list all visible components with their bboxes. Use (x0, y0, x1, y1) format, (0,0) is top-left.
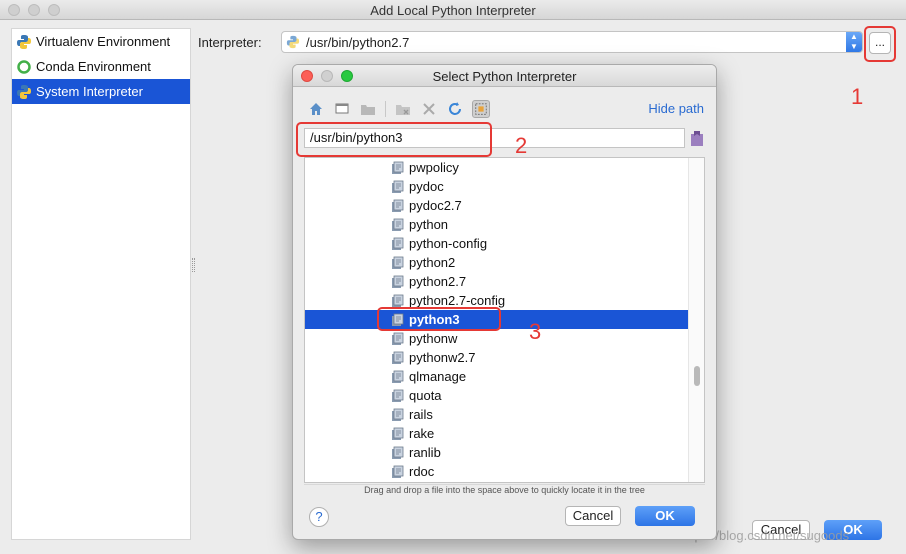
select-interpreter-dialog: Select Python Interpreter Hide path /usr… (292, 64, 717, 540)
tree-item[interactable]: python (305, 215, 690, 234)
file-tree[interactable]: rdoc ranlib rake rails quota qlmanage pythonw2… (304, 157, 705, 483)
toolbar-separator (385, 101, 386, 117)
tree-item[interactable]: python2.7 (305, 272, 690, 291)
tree-item-label: python2.7 (409, 274, 467, 289)
annotation-number-1: 1 (851, 84, 864, 109)
desktop-icon[interactable] (333, 100, 351, 118)
executable-file-icon (392, 408, 404, 421)
close-icon[interactable] (420, 100, 438, 118)
annotation-box-2 (296, 122, 492, 157)
folder-delete-icon[interactable] (394, 100, 412, 118)
executable-file-icon (392, 218, 404, 231)
executable-file-icon (392, 427, 404, 440)
sidebar-item-label: Conda Environment (36, 59, 151, 74)
tree-item-label: pydoc2.7 (409, 198, 462, 213)
tree-item-label: python2 (409, 255, 456, 270)
python-icon (17, 84, 31, 99)
python-icon (17, 34, 31, 49)
tree-item[interactable]: pythonw (305, 329, 690, 348)
annotation-box-3 (377, 307, 501, 331)
executable-file-icon (392, 332, 404, 345)
tree-item[interactable]: python-config (305, 234, 690, 253)
executable-file-icon (392, 465, 404, 478)
annotation-number-3: 3 (529, 319, 542, 344)
tree-item-label: pythonw (409, 331, 458, 346)
dialog-titlebar: Select Python Interpreter (293, 65, 716, 87)
show-hidden-icon[interactable] (472, 100, 490, 118)
executable-file-icon (392, 256, 404, 269)
tree-item-label: rdoc (409, 464, 435, 479)
tree-item-label: python (409, 217, 449, 232)
tree-item-label: rake (409, 426, 435, 441)
annotation-box-1 (864, 26, 896, 62)
tree-item-label: pwpolicy (409, 160, 459, 175)
tree-item-label: qlmanage (409, 369, 467, 384)
chevron-updown-icon[interactable]: ▲ ▼ (846, 32, 862, 52)
interpreter-path: /usr/bin/python2.7 (306, 34, 410, 50)
tree-item[interactable]: pydoc2.7 (305, 196, 690, 215)
executable-file-icon (392, 294, 404, 307)
tree-item-label: pydoc (409, 179, 444, 194)
annotation-number-2: 2 (515, 133, 528, 158)
tree-item-label: python-config (409, 236, 488, 251)
executable-file-icon (392, 446, 404, 459)
tree-item[interactable]: quota (305, 386, 690, 405)
interpreter-select[interactable]: /usr/bin/python2.7 ▲ ▼ (281, 31, 863, 53)
sidebar-item-conda[interactable]: Conda Environment (12, 54, 190, 79)
dialog-cancel-button[interactable]: Cancel (565, 506, 621, 526)
sidebar-item-virtualenv[interactable]: Virtualenv Environment (12, 29, 190, 54)
tree-item-label: python2.7-config (409, 293, 506, 308)
scroll-thumb[interactable] (694, 366, 700, 386)
executable-file-icon (392, 370, 404, 383)
python-icon (286, 35, 300, 49)
new-folder-icon[interactable] (359, 100, 377, 118)
executable-file-icon (392, 351, 404, 364)
tree-scrollbar[interactable] (688, 158, 704, 482)
dialog-title: Select Python Interpreter (432, 69, 577, 84)
refresh-icon[interactable] (446, 100, 464, 118)
splitter-handle[interactable] (192, 258, 195, 272)
dialog-ok-button[interactable]: OK (635, 506, 695, 526)
executable-file-icon (392, 180, 404, 193)
tree-item[interactable]: python2 (305, 253, 690, 272)
tree-item[interactable]: rails (305, 405, 690, 424)
home-icon[interactable] (307, 100, 325, 118)
history-dropdown-icon[interactable] (689, 129, 705, 147)
interpreter-type-sidebar: Virtualenv Environment Conda Environment… (11, 28, 191, 540)
executable-file-icon (392, 237, 404, 250)
tree-item[interactable]: qlmanage (305, 367, 690, 386)
sidebar-item-label: Virtualenv Environment (36, 34, 171, 49)
sidebar-item-label: System Interpreter (36, 84, 143, 99)
executable-file-icon (392, 389, 404, 402)
tree-item[interactable]: pydoc (305, 177, 690, 196)
file-chooser-toolbar (307, 98, 498, 120)
tree-item-label: pythonw2.7 (409, 350, 476, 365)
hide-path-link[interactable]: Hide path (648, 101, 704, 116)
executable-file-icon (392, 199, 404, 212)
executable-file-icon (392, 161, 404, 174)
sidebar-item-system-interpreter[interactable]: System Interpreter (12, 79, 190, 104)
tree-item[interactable]: pwpolicy (305, 158, 690, 177)
tree-item[interactable]: pythonw2.7 (305, 348, 690, 367)
interpreter-label: Interpreter: (198, 35, 262, 50)
tree-item[interactable]: rake (305, 424, 690, 443)
window-title: Add Local Python Interpreter (370, 3, 536, 18)
tree-item[interactable]: rdoc (305, 462, 690, 481)
tree-item-label: ranlib (409, 445, 441, 460)
help-button[interactable]: ? (309, 507, 329, 527)
executable-file-icon (392, 275, 404, 288)
tree-item-label: quota (409, 388, 442, 403)
conda-ring-icon (17, 59, 31, 74)
tree-item[interactable]: ranlib (305, 443, 690, 462)
drag-drop-hint: Drag and drop a file into the space abov… (304, 484, 705, 496)
tree-item-label: rails (409, 407, 433, 422)
window-titlebar: Add Local Python Interpreter (0, 0, 906, 20)
